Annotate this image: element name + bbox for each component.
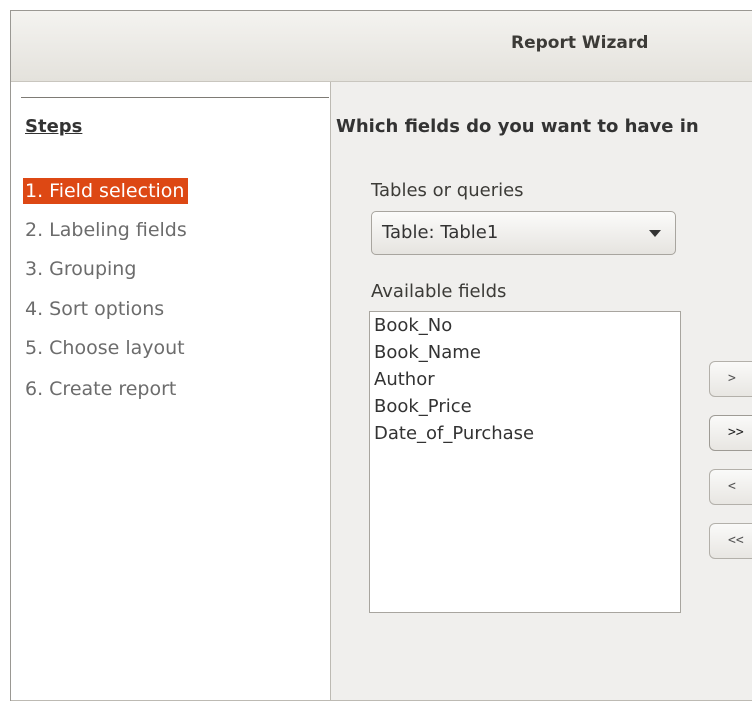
step-field-selection[interactable]: 1. Field selection — [23, 178, 189, 204]
steps-heading: Steps — [25, 116, 83, 137]
step-create-report[interactable]: 6. Create report — [25, 376, 178, 402]
steps-divider — [21, 97, 329, 98]
add-field-button[interactable]: > — [709, 361, 752, 397]
dropdown-selected-value: Table: Table1 — [382, 222, 499, 243]
report-wizard-window: Report Wizard Steps 1. Field selection 2… — [10, 10, 752, 701]
step-grouping[interactable]: 3. Grouping — [25, 256, 138, 282]
list-item[interactable]: Book_No — [374, 315, 452, 336]
step-labeling-fields[interactable]: 2. Labeling fields — [25, 217, 189, 243]
tables-or-queries-label: Tables or queries — [371, 180, 524, 201]
steps-panel: Steps 1. Field selection 2. Labeling fie… — [11, 82, 331, 701]
remove-all-fields-button[interactable]: << — [709, 523, 752, 559]
tables-or-queries-dropdown[interactable]: Table: Table1 — [371, 211, 676, 255]
list-item[interactable]: Date_of_Purchase — [374, 423, 534, 444]
step-choose-layout[interactable]: 5. Choose layout — [25, 335, 187, 361]
dropdown-arrow-icon — [649, 230, 661, 237]
step-sort-options[interactable]: 4. Sort options — [25, 296, 166, 322]
title-bar: Report Wizard — [11, 11, 752, 82]
field-selection-panel: Which fields do you want to have in Tabl… — [331, 82, 752, 701]
available-fields-list[interactable]: Book_No Book_Name Author Book_Price Date… — [369, 311, 681, 613]
window-title: Report Wizard — [511, 33, 649, 53]
list-item[interactable]: Author — [374, 369, 435, 390]
available-fields-label: Available fields — [371, 281, 507, 302]
list-item[interactable]: Book_Price — [374, 396, 472, 417]
remove-field-button[interactable]: < — [709, 469, 752, 505]
add-all-fields-button[interactable]: >> — [709, 415, 752, 451]
page-question: Which fields do you want to have in — [336, 116, 699, 137]
list-item[interactable]: Book_Name — [374, 342, 481, 363]
